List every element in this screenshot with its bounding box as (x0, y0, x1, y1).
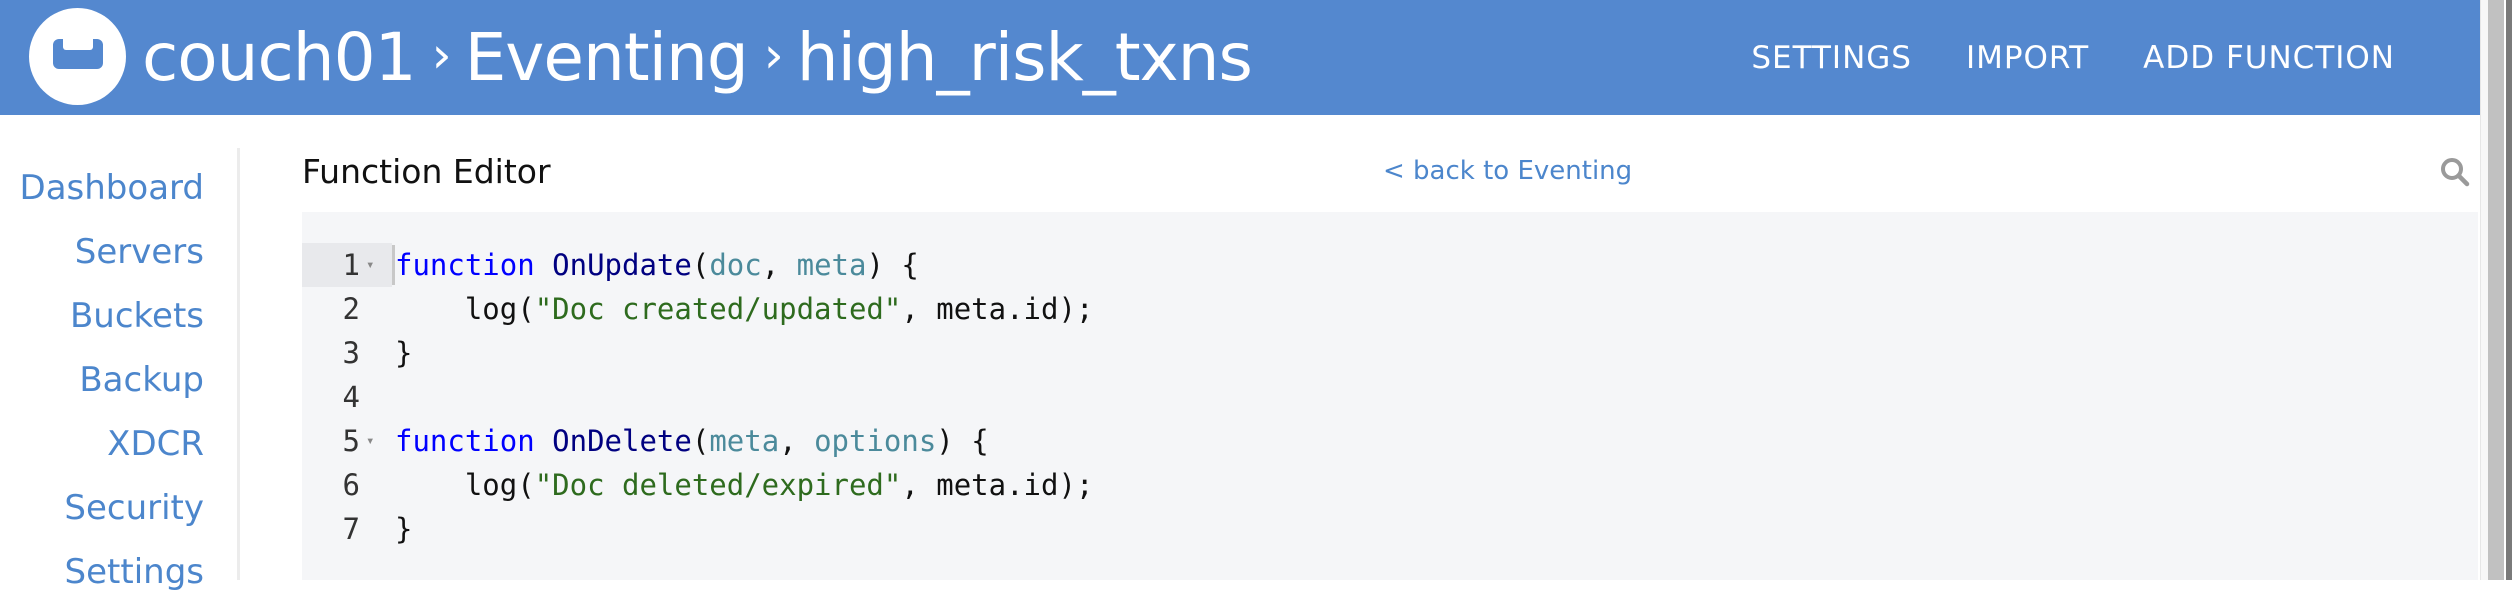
code-line[interactable]: 1 ▾ function OnUpdate(doc, meta) { (302, 243, 2478, 287)
code-token-plain: ) { (866, 248, 919, 282)
sidebar-item-servers[interactable]: Servers (75, 232, 204, 272)
add-function-button[interactable]: ADD FUNCTION (2143, 40, 2395, 76)
code-token-plain: } (395, 336, 413, 370)
code-line[interactable]: 4 (302, 375, 2478, 419)
code-text: log("Doc deleted/expired", meta.id); (395, 463, 1094, 507)
code-token-string: "Doc created/updated" (534, 292, 902, 326)
code-token-string: "Doc deleted/expired" (534, 468, 902, 502)
sidebar-item-buckets[interactable]: Buckets (70, 296, 204, 336)
code-token-param: doc (709, 248, 762, 282)
couchbase-logo-icon[interactable] (29, 8, 126, 105)
code-text: log("Doc created/updated", meta.id); (395, 287, 1094, 331)
code-line[interactable]: 5 ▾ function OnDelete(meta, options) { (302, 419, 2478, 463)
code-token-func: OnDelete (552, 424, 692, 458)
sidebar-item-settings[interactable]: Settings (65, 552, 204, 592)
code-token-plain: log( (395, 468, 535, 502)
code-line[interactable]: 3} (302, 331, 2478, 375)
code-token-param: meta (709, 424, 780, 458)
breadcrumb-function: high_risk_txns (796, 18, 1253, 96)
breadcrumb-cluster[interactable]: couch01 (142, 19, 417, 96)
code-token-param: meta (796, 248, 867, 282)
code-token-plain: log( (395, 292, 535, 326)
page-title: Function Editor (302, 152, 551, 191)
code-token-plain: ( (691, 248, 710, 282)
code-token-plain: , meta.id); (901, 292, 1094, 326)
settings-button[interactable]: SETTINGS (1751, 40, 1912, 76)
header-actions: SETTINGS IMPORT ADD FUNCTION (1751, 0, 2395, 115)
breadcrumb-eventing[interactable]: Eventing (465, 19, 749, 96)
code-line[interactable]: 2 log("Doc created/updated", meta.id); (302, 287, 2478, 331)
code-token-plain: ( (691, 424, 710, 458)
code-token-func: OnUpdate (552, 248, 692, 282)
code-token-plain: , (779, 424, 815, 458)
sidebar-item-backup[interactable]: Backup (79, 360, 204, 400)
line-number: 7 (342, 512, 360, 546)
code-editor[interactable]: 1 ▾ function OnUpdate(doc, meta) {2 log("D… (302, 212, 2478, 580)
code-text: } (395, 507, 412, 551)
code-token-keyword: function (395, 424, 535, 458)
line-number: 2 (342, 292, 360, 326)
sidebar-item-security[interactable]: Security (64, 488, 204, 528)
sidebar-nav: Dashboard Servers Buckets Backup XDCR Se… (0, 148, 240, 592)
line-number: 3 (342, 336, 360, 370)
code-line[interactable]: 7} (302, 507, 2478, 551)
search-icon[interactable] (2440, 157, 2470, 187)
code-text: function OnUpdate(doc, meta) { (395, 243, 919, 287)
code-text: function OnDelete(meta, options) { (395, 419, 989, 463)
code-token-keyword: function (395, 248, 535, 282)
code-line[interactable]: 6 log("Doc deleted/expired", meta.id); (302, 463, 2478, 507)
adjacent-window-edge (2506, 0, 2512, 580)
line-number: 6 (342, 468, 360, 502)
page-scrollbar-thumb[interactable] (2488, 0, 2504, 580)
line-number: 5 (342, 424, 360, 458)
sidebar-item-dashboard[interactable]: Dashboard (20, 168, 204, 208)
breadcrumb-separator-icon: › (431, 26, 452, 84)
code-token-param: options (814, 424, 937, 458)
top-header: couch01 › Eventing › high_risk_txns SETT… (0, 0, 2480, 115)
code-token-plain: , meta.id); (901, 468, 1094, 502)
back-to-eventing-link[interactable]: < back to Eventing (1383, 156, 1632, 186)
code-token-plain: ) { (936, 424, 989, 458)
import-button[interactable]: IMPORT (1966, 40, 2089, 76)
line-number: 1 (342, 248, 360, 282)
breadcrumb-separator-icon: › (763, 26, 784, 84)
code-token-plain: } (395, 512, 413, 546)
logo-glyph (53, 39, 103, 69)
fold-toggle-icon[interactable]: ▾ (366, 419, 374, 463)
sidebar-item-xdcr[interactable]: XDCR (107, 424, 204, 464)
code-token-plain: , (761, 248, 797, 282)
breadcrumb: couch01 › Eventing › high_risk_txns (142, 12, 1253, 102)
fold-toggle-icon[interactable]: ▾ (366, 243, 374, 287)
code-text: } (395, 331, 412, 375)
line-number: 4 (342, 380, 360, 414)
